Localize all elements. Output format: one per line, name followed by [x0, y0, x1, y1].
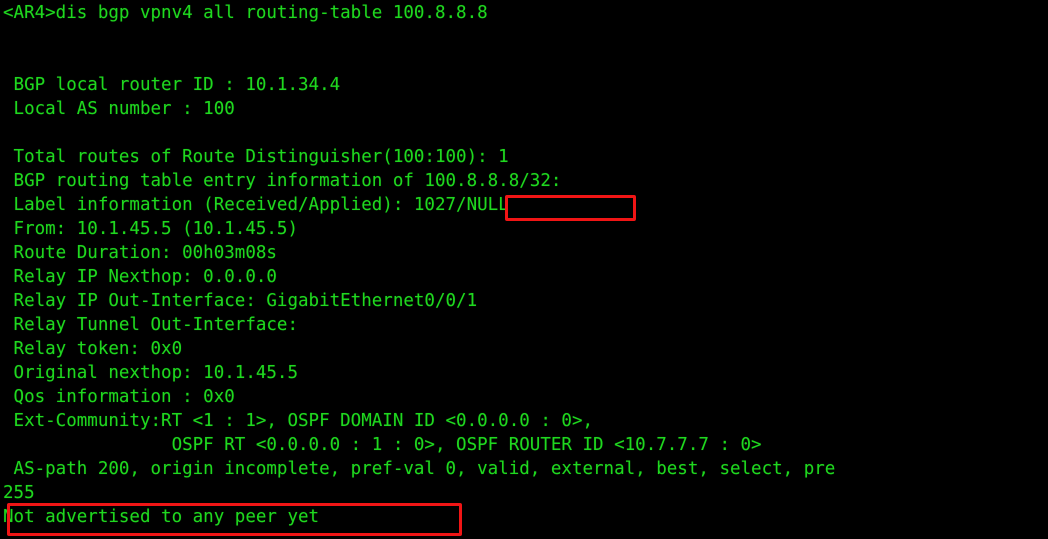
- terminal-line-ext-community: Ext-Community:RT <1 : 1>, OSPF DOMAIN ID…: [3, 411, 594, 431]
- terminal-line-routing-table-entry: BGP routing table entry information of 1…: [3, 171, 562, 191]
- terminal-line-label-information: Label information (Received/Applied): 10…: [3, 195, 509, 215]
- terminal-line-advertisement-status: Not advertised to any peer yet: [3, 507, 320, 527]
- terminal-line-relay-token: Relay token: 0x0: [3, 339, 183, 359]
- terminal-line-relay-ip-out-interface: Relay IP Out-Interface: GigabitEthernet0…: [3, 291, 478, 311]
- terminal-line-from: From: 10.1.45.5 (10.1.45.5): [3, 219, 299, 239]
- terminal-line-command: <AR4>dis bgp vpnv4 all routing-table 100…: [3, 3, 488, 23]
- terminal-window[interactable]: <AR4>dis bgp vpnv4 all routing-table 100…: [0, 0, 1048, 539]
- terminal-line-as-path: AS-path 200, origin incomplete, pref-val…: [3, 459, 836, 479]
- terminal-output: <AR4>dis bgp vpnv4 all routing-table 100…: [3, 1, 835, 529]
- terminal-line-bgp-local-router-id: BGP local router ID : 10.1.34.4: [3, 75, 341, 95]
- terminal-line-ext-community-continued: OSPF RT <0.0.0.0 : 1 : 0>, OSPF ROUTER I…: [3, 435, 762, 455]
- terminal-line-relay-tunnel-out-interface: Relay Tunnel Out-Interface:: [3, 315, 299, 335]
- terminal-line-local-as-number: Local AS number : 100: [3, 99, 235, 119]
- terminal-line-original-nexthop: Original nexthop: 10.1.45.5: [3, 363, 299, 383]
- terminal-line-qos-information: Qos information : 0x0: [3, 387, 235, 407]
- terminal-line-route-duration: Route Duration: 00h03m08s: [3, 243, 277, 263]
- terminal-line-preference-wrap: 255: [3, 483, 35, 503]
- terminal-line-relay-ip-nexthop: Relay IP Nexthop: 0.0.0.0: [3, 267, 277, 287]
- terminal-line-total-routes: Total routes of Route Distinguisher(100:…: [3, 147, 509, 167]
